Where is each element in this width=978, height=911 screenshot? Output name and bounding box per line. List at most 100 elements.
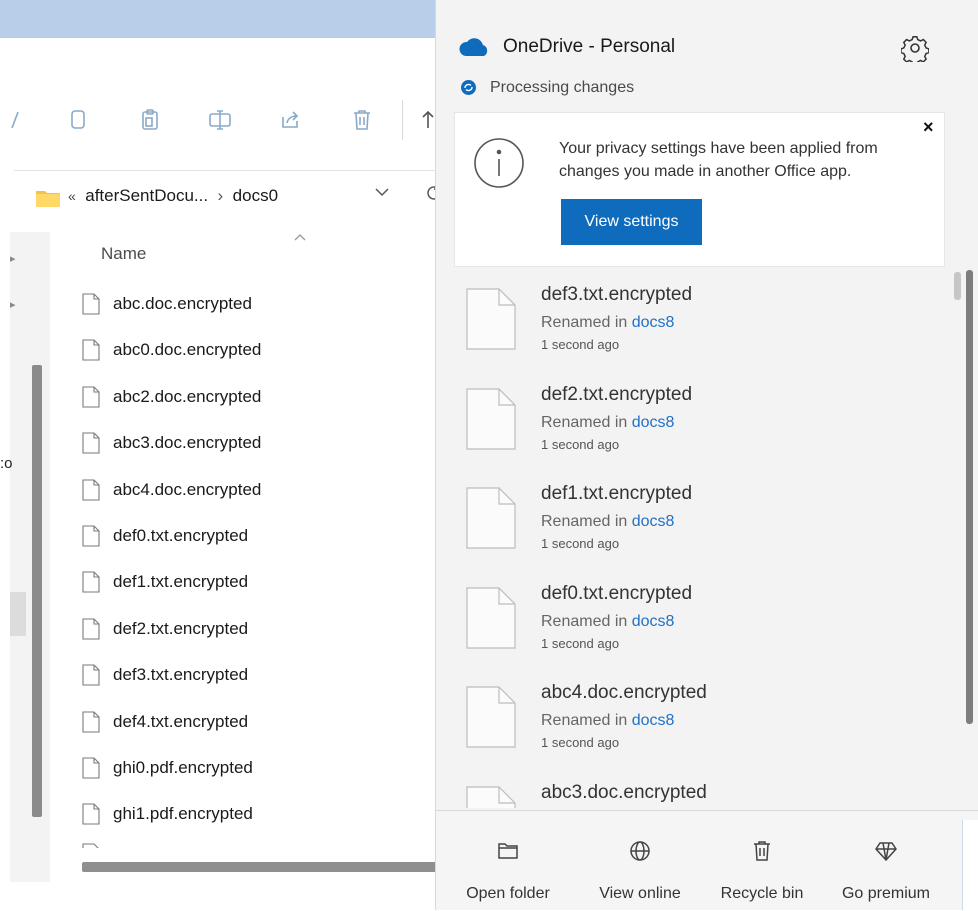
open-folder-button[interactable]: Open folder	[444, 811, 572, 911]
file-icon	[82, 525, 100, 547]
file-row[interactable]: def4.txt.encrypted	[82, 699, 422, 745]
gear-icon[interactable]	[900, 34, 930, 66]
paste-icon[interactable]	[138, 108, 162, 132]
recycle-bin-button[interactable]: Recycle bin	[698, 811, 826, 911]
onedrive-title: OneDrive - Personal	[503, 36, 676, 57]
explorer-toolbar	[0, 88, 440, 154]
activity-action-text: Renamed in	[541, 314, 628, 331]
nav-selected-item[interactable]	[10, 592, 26, 636]
file-name: def4.txt.encrypted	[113, 712, 249, 731]
open-folder-label: Open folder	[466, 885, 550, 902]
sync-icon	[461, 80, 476, 95]
file-icon	[82, 386, 100, 408]
activity-file-name: def0.txt.encrypted	[541, 583, 693, 604]
share-icon[interactable]	[278, 108, 302, 132]
privacy-banner: Your privacy settings have been applied …	[454, 112, 945, 267]
file-name: def3.txt.encrypted	[113, 665, 249, 684]
breadcrumb-current[interactable]: docs0	[233, 186, 278, 205]
trash-icon	[750, 839, 774, 863]
file-row[interactable]: def3.txt.encrypted	[82, 652, 422, 698]
file-icon	[82, 432, 100, 454]
nav-item-label: :o	[0, 455, 13, 472]
document-icon	[466, 388, 516, 450]
activity-list: def3.txt.encrypted Renamed in docs8 1 seco…	[436, 270, 966, 808]
activity-time: 1 second ago	[541, 536, 620, 551]
activity-file-name: def2.txt.encrypted	[541, 384, 693, 405]
activity-location-link[interactable]: docs8	[632, 314, 675, 331]
activity-scrollbar[interactable]	[966, 270, 973, 724]
breadcrumb[interactable]: « afterSentDocu... › docs0	[68, 186, 278, 206]
breadcrumb-folder[interactable]: afterSentDocu...	[85, 186, 208, 205]
file-row[interactable]: abc0.doc.encrypted	[82, 327, 422, 373]
diamond-icon	[874, 839, 898, 863]
file-row[interactable]: ghi1.pdf.encrypted	[82, 791, 422, 837]
activity-action: Renamed in docs8	[541, 314, 674, 332]
toolbar-divider	[402, 100, 403, 140]
onedrive-footer: Open folder View online Recycle bin Go p…	[436, 810, 978, 910]
file-row[interactable]: def1.txt.encrypted	[82, 559, 422, 605]
expand-arrow-icon[interactable]: ▸	[10, 252, 20, 265]
delete-icon[interactable]	[350, 108, 374, 132]
file-row[interactable]: abc4.doc.encrypted	[82, 467, 422, 513]
activity-time: 1 second ago	[541, 636, 620, 651]
onedrive-cloud-icon	[458, 36, 490, 58]
file-icon	[82, 618, 100, 640]
activity-item[interactable]: def1.txt.encrypted Renamed in docs8 1 seco…	[436, 469, 956, 569]
file-name: ghi1.pdf.encrypted	[113, 804, 253, 823]
chevron-down-icon[interactable]	[374, 184, 390, 205]
file-name: def0.txt.encrypted	[113, 526, 249, 545]
activity-item[interactable]: abc4.doc.encrypted Renamed in docs8 1 seco…	[436, 668, 956, 768]
document-icon	[466, 288, 516, 350]
address-bar[interactable]: « afterSentDocu... › docs0	[14, 170, 444, 223]
activity-file-name: abc4.doc.encrypted	[541, 682, 707, 703]
file-name: abc3.doc.encrypted	[113, 433, 262, 452]
background-window-edge	[962, 820, 978, 910]
file-row-partial[interactable]	[82, 838, 422, 848]
activity-item[interactable]: abc3.doc.encrypted	[436, 768, 956, 808]
navigation-scrollbar[interactable]	[32, 365, 42, 817]
file-row[interactable]: def0.txt.encrypted	[82, 513, 422, 559]
activity-location-link[interactable]: docs8	[632, 414, 675, 431]
folder-icon	[36, 189, 60, 207]
activity-action-text: Renamed in	[541, 414, 628, 431]
file-row[interactable]: ghi0.pdf.encrypted	[82, 745, 422, 791]
file-row[interactable]: def2.txt.encrypted	[82, 606, 422, 652]
file-row[interactable]: abc2.doc.encrypted	[82, 374, 422, 420]
activity-file-name: abc3.doc.encrypted	[541, 782, 707, 803]
activity-item[interactable]: def0.txt.encrypted Renamed in docs8 1 seco…	[436, 569, 956, 669]
view-settings-button[interactable]: View settings	[561, 199, 702, 245]
folder-icon	[496, 839, 520, 863]
activity-action-text: Renamed in	[541, 613, 628, 630]
column-header-name[interactable]: Name	[101, 244, 146, 264]
view-online-button[interactable]: View online	[576, 811, 704, 911]
activity-item[interactable]: def3.txt.encrypted Renamed in docs8 1 seco…	[436, 270, 956, 370]
file-icon	[82, 571, 100, 593]
document-icon	[466, 686, 516, 748]
expand-arrow-icon[interactable]: ▸	[10, 298, 20, 311]
file-name: def1.txt.encrypted	[113, 572, 249, 591]
file-icon	[82, 479, 100, 501]
rename-icon[interactable]	[208, 108, 232, 132]
close-icon[interactable]: ×	[923, 117, 934, 138]
copy-icon[interactable]	[66, 108, 90, 132]
activity-file-name: def3.txt.encrypted	[541, 284, 693, 305]
file-name: abc0.doc.encrypted	[113, 340, 262, 359]
file-row[interactable]: abc.doc.encrypted	[82, 281, 422, 327]
cut-icon[interactable]	[4, 108, 28, 132]
file-name: def2.txt.encrypted	[113, 619, 249, 638]
breadcrumb-overflow[interactable]: «	[68, 188, 76, 204]
go-premium-button[interactable]: Go premium	[822, 811, 950, 911]
file-row[interactable]: abc3.doc.encrypted	[82, 420, 422, 466]
scrollbar-thumb-top[interactable]	[954, 272, 961, 300]
horizontal-scrollbar[interactable]	[82, 862, 442, 872]
activity-location-link[interactable]: docs8	[632, 513, 675, 530]
activity-item[interactable]: def2.txt.encrypted Renamed in docs8 1 seco…	[436, 370, 956, 470]
activity-location-link[interactable]: docs8	[632, 613, 675, 630]
file-icon	[82, 757, 100, 779]
info-icon	[473, 137, 525, 189]
file-icon	[82, 711, 100, 733]
go-premium-label: Go premium	[841, 885, 931, 902]
sort-icon[interactable]	[420, 108, 436, 132]
document-icon	[466, 786, 516, 808]
activity-location-link[interactable]: docs8	[632, 712, 675, 729]
